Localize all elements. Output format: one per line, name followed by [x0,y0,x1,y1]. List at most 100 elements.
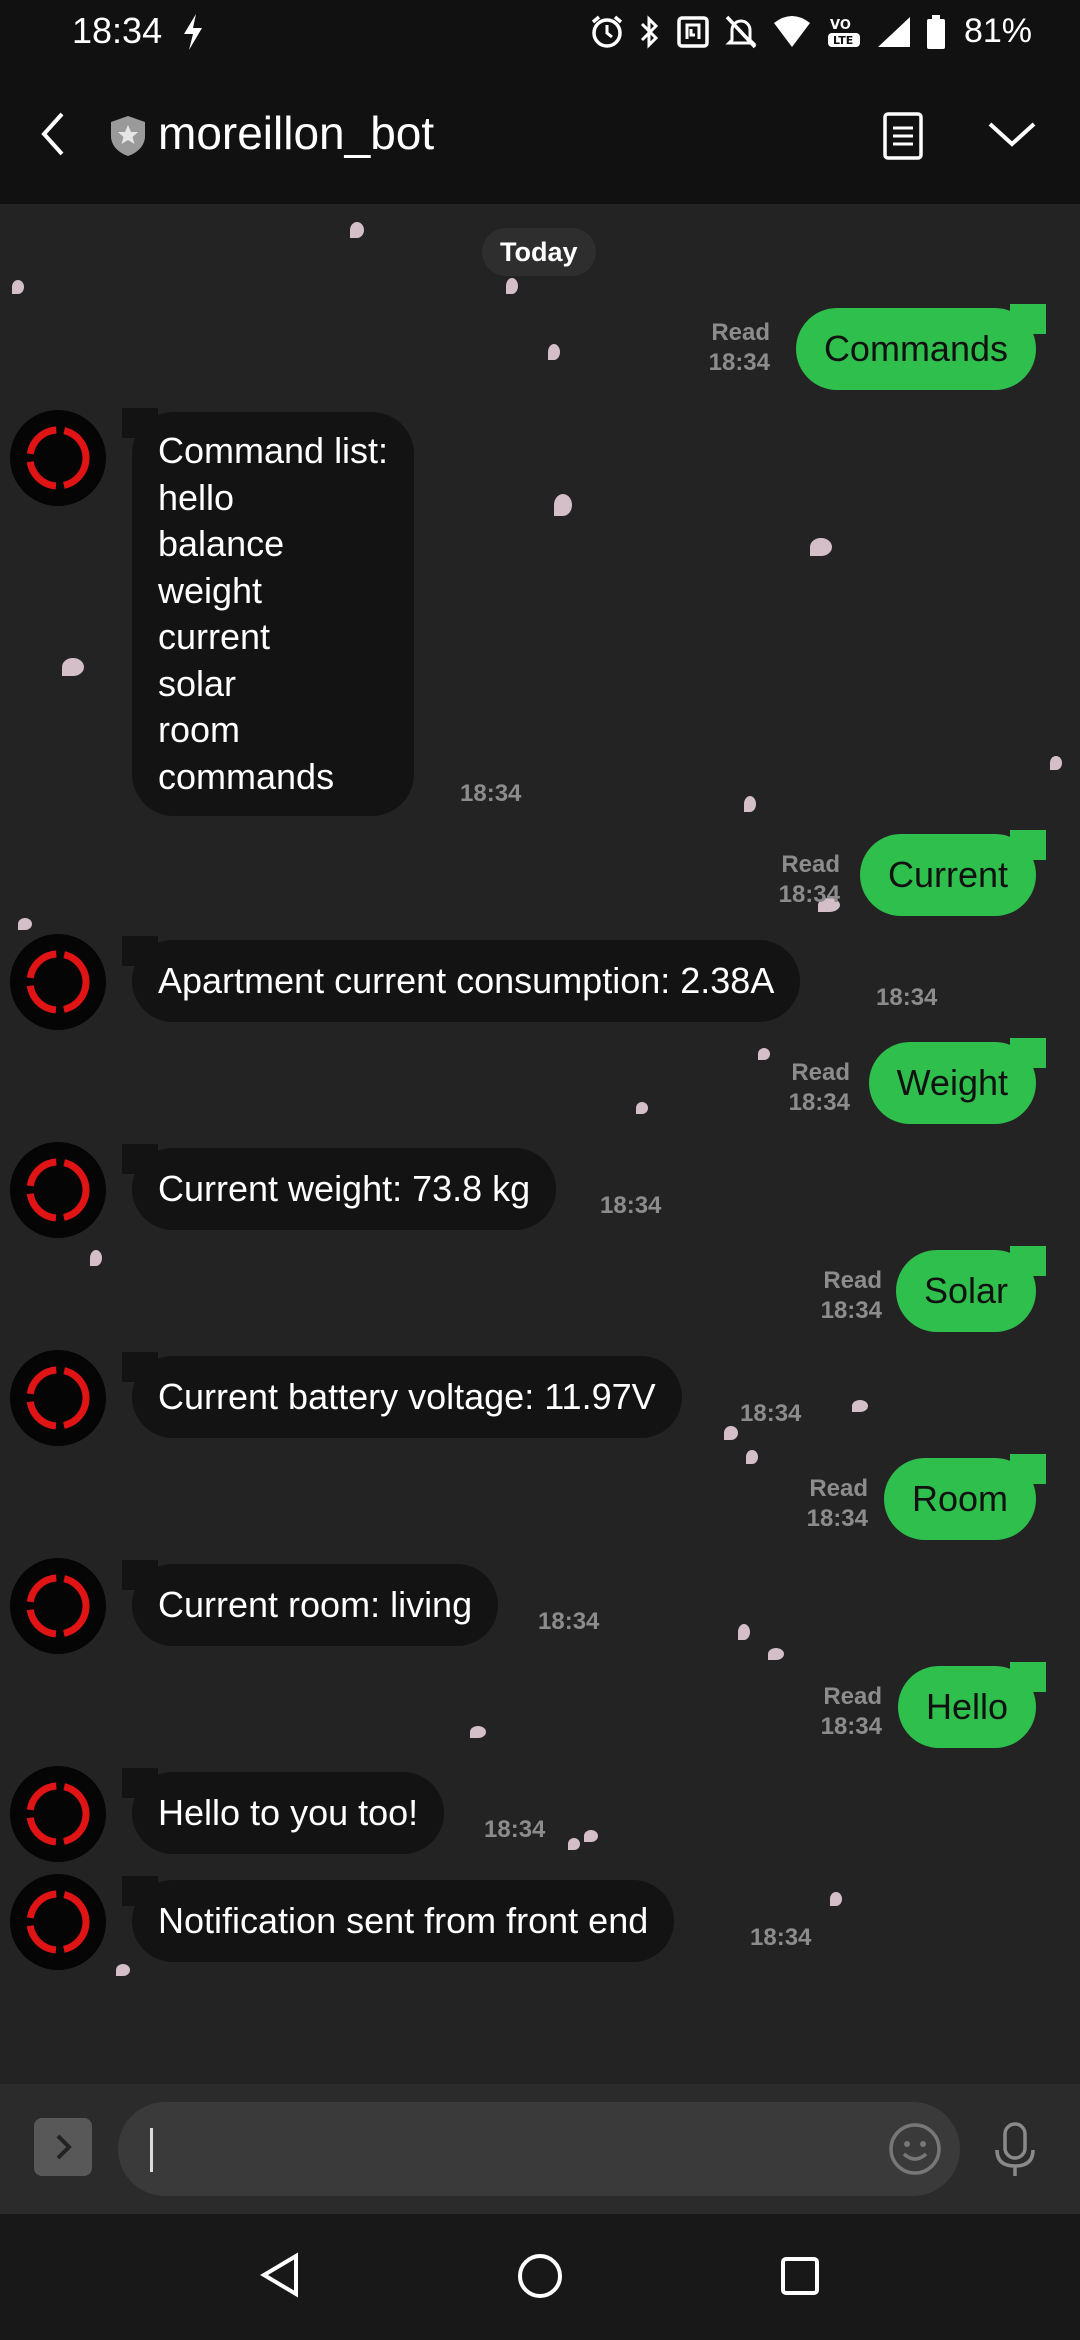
message-row: Read 18:34 Commands [0,304,1080,392]
bolt-icon [184,14,202,50]
message-bubble-outgoing[interactable]: Commands [795,304,1047,390]
alarm-icon [591,15,623,48]
svg-text:LTE: LTE [833,34,853,47]
bot-avatar-icon [26,1366,90,1430]
message-time: 18:34 [806,1505,868,1532]
message-row: Current battery voltage: 11.97V 18:34 [0,1348,1080,1448]
text-cursor [150,2128,153,2172]
message-row: Apartment current consumption: 2.38A 18:… [0,932,1080,1032]
bot-avatar-icon [26,1782,90,1846]
nav-back-icon[interactable] [258,2252,302,2298]
bot-avatar-icon [26,426,90,490]
message-bubble-outgoing[interactable]: Hello [897,1662,1047,1748]
message-row: Read 18:34 Room [0,1452,1080,1540]
chat-area[interactable]: Today Read 18:34 Commands Command list: … [0,204,1080,2084]
message-time: 18:34 [538,1608,600,1635]
wifi-icon [773,15,810,47]
message-time: 18:34 [460,780,522,807]
message-meta: Read 18:34 [821,1682,882,1742]
message-meta: Read 18:34 [821,1266,882,1326]
petal-decoration [506,278,518,294]
bluetooth-icon [640,14,659,49]
message-row: Read 18:34 Weight [0,1036,1080,1124]
petal-decoration [18,918,32,930]
nfc-icon [677,15,709,48]
status-icons: VO LTE 81% [590,12,1032,51]
petal-decoration [12,280,24,294]
message-time: 18:34 [708,349,770,376]
message-time: 18:34 [750,1924,812,1951]
message-row: Notification sent from front end 18:34 [0,1872,1080,1972]
avatar[interactable] [10,934,106,1030]
message-input[interactable] [118,2102,960,2196]
avatar[interactable] [10,1558,106,1654]
bot-avatar-icon [26,1158,90,1222]
message-row: Read 18:34 Current [0,828,1080,916]
back-arrow-icon[interactable] [30,106,80,162]
avatar[interactable] [10,410,106,506]
message-row: Current weight: 73.8 kg 18:34 [0,1140,1080,1240]
message-bubble-incoming[interactable]: Apartment current consumption: 2.38A [121,936,801,1022]
chat-title[interactable]: moreillon_bot [158,106,434,160]
bot-avatar-icon [26,950,90,1014]
message-bubble-incoming[interactable]: Command list: hello balance weight curre… [121,408,415,816]
status-bar: 18:34 VO LTE 81% [0,0,1080,66]
chat-header: moreillon_bot [0,66,1080,204]
avatar[interactable] [10,1766,106,1862]
message-time: 18:34 [778,881,840,908]
message-time: 18:34 [876,984,938,1011]
message-bubble-incoming[interactable]: Current weight: 73.8 kg [121,1144,557,1230]
read-status: Read [823,1683,882,1710]
message-meta: Read 18:34 [779,850,840,910]
message-row: Current room: living 18:34 [0,1556,1080,1656]
avatar[interactable] [10,1874,106,1970]
bot-avatar-icon [26,1574,90,1638]
message-row: Read 18:34 Solar [0,1244,1080,1332]
message-bubble-incoming[interactable]: Current battery voltage: 11.97V [122,1352,682,1438]
battery-percent: 81% [963,12,1032,50]
message-bubble-incoming[interactable]: Current room: living [121,1560,499,1646]
avatar[interactable] [10,1350,106,1446]
system-navigation-bar [0,2214,1080,2340]
message-time: 18:34 [788,1089,850,1116]
message-bubble-outgoing[interactable]: Room [883,1454,1047,1540]
signal-icon [877,16,910,47]
message-time: 18:34 [600,1192,662,1219]
chevron-down-icon[interactable] [986,114,1038,154]
message-bubble-outgoing[interactable]: Solar [895,1246,1047,1332]
message-time: 18:34 [820,1297,882,1324]
message-time: 18:34 [740,1400,802,1427]
read-status: Read [809,1475,868,1502]
expand-button[interactable] [34,2118,92,2176]
message-meta: Read 18:34 [709,318,770,378]
shield-icon [111,116,145,156]
battery-icon [926,14,945,49]
emoji-icon[interactable] [888,2122,942,2176]
date-separator: Today [482,228,596,276]
message-time: 18:34 [484,1816,546,1843]
nav-recents-icon[interactable] [780,2256,820,2296]
message-input-bar [0,2084,1080,2214]
bot-avatar-icon [26,1890,90,1954]
avatar[interactable] [10,1142,106,1238]
status-time: 18:34 [72,10,163,51]
message-bubble-outgoing[interactable]: Current [859,830,1047,916]
petal-decoration [350,222,364,238]
read-status: Read [781,851,840,878]
message-time: 18:34 [820,1713,882,1740]
read-status: Read [791,1059,850,1086]
message-meta: Read 18:34 [789,1058,850,1118]
message-bubble-outgoing[interactable]: Weight [868,1038,1047,1124]
nav-home-icon[interactable] [516,2252,564,2300]
read-status: Read [823,1267,882,1294]
message-row: Command list: hello balance weight curre… [0,408,1080,816]
message-row: Hello to you too! 18:34 [0,1764,1080,1864]
read-status: Read [711,319,770,346]
message-bubble-incoming[interactable]: Notification sent from front end [121,1876,675,1962]
notes-icon[interactable] [878,108,928,164]
message-meta: Read 18:34 [807,1474,868,1534]
chevron-right-icon [56,2134,72,2160]
microphone-icon[interactable] [990,2120,1040,2180]
message-bubble-incoming[interactable]: Hello to you too! [121,1768,445,1854]
message-row: Read 18:34 Hello [0,1660,1080,1748]
